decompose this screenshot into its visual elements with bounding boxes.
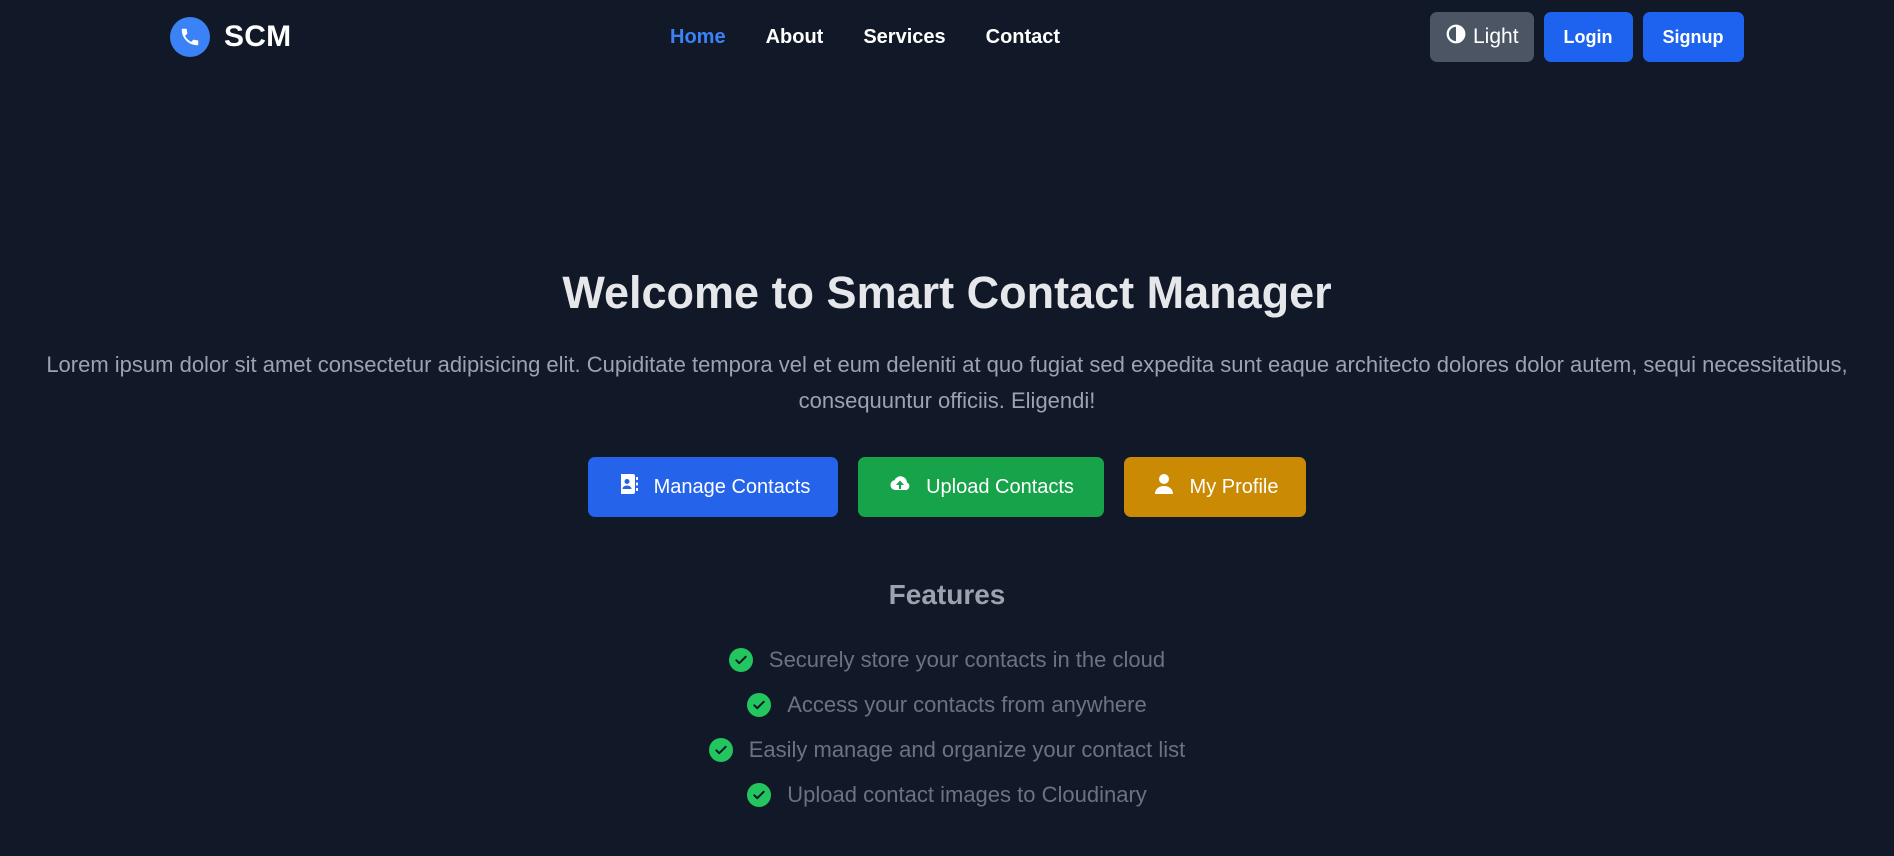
nav-actions: Light Login Signup bbox=[1430, 12, 1744, 62]
upload-contacts-button[interactable]: Upload Contacts bbox=[858, 457, 1104, 517]
hero-title: Welcome to Smart Contact Manager bbox=[562, 267, 1332, 318]
nav-link-home[interactable]: Home bbox=[670, 26, 726, 49]
manage-contacts-button[interactable]: Manage Contacts bbox=[588, 457, 838, 517]
signup-button[interactable]: Signup bbox=[1642, 12, 1744, 62]
feature-text: Access your contacts from anywhere bbox=[787, 691, 1147, 717]
nav-link-services[interactable]: Services bbox=[863, 26, 945, 49]
contrast-icon bbox=[1445, 23, 1467, 51]
login-button[interactable]: Login bbox=[1543, 12, 1633, 62]
features-title: Features bbox=[888, 579, 1006, 610]
phone-icon bbox=[170, 17, 210, 57]
check-circle-icon bbox=[728, 647, 753, 672]
cloud-upload-icon bbox=[888, 472, 912, 502]
address-book-icon bbox=[616, 472, 640, 502]
hero-description: Lorem ipsum dolor sit amet consectetur a… bbox=[46, 352, 1848, 413]
check-circle-icon bbox=[747, 782, 772, 807]
nav-links: Home About Services Contact bbox=[670, 26, 1060, 49]
nav-link-contact[interactable]: Contact bbox=[986, 26, 1060, 49]
user-icon bbox=[1152, 472, 1176, 502]
feature-text: Upload contact images to Cloudinary bbox=[787, 781, 1147, 807]
feature-item: Access your contacts from anywhere bbox=[0, 682, 1894, 727]
feature-item: Securely store your contacts in the clou… bbox=[0, 637, 1894, 682]
nav-link-about[interactable]: About bbox=[766, 26, 824, 49]
feature-item: Easily manage and organize your contact … bbox=[0, 727, 1894, 772]
navbar: SCM Home About Services Contact Light Lo… bbox=[0, 0, 1894, 76]
theme-toggle-button[interactable]: Light bbox=[1430, 12, 1534, 62]
check-circle-icon bbox=[708, 737, 733, 762]
brand-name: SCM bbox=[224, 20, 292, 53]
feature-text: Easily manage and organize your contact … bbox=[748, 736, 1186, 762]
upload-contacts-label: Upload Contacts bbox=[926, 475, 1074, 498]
my-profile-button[interactable]: My Profile bbox=[1124, 457, 1306, 517]
cta-row: Manage Contacts Upload Contacts My Profi… bbox=[0, 457, 1894, 517]
features-list: Securely store your contacts in the clou… bbox=[0, 637, 1894, 817]
theme-toggle-label: Light bbox=[1473, 25, 1519, 48]
feature-text: Securely store your contacts in the clou… bbox=[768, 646, 1166, 672]
feature-item: Upload contact images to Cloudinary bbox=[0, 772, 1894, 817]
manage-contacts-label: Manage Contacts bbox=[653, 475, 811, 498]
my-profile-label: My Profile bbox=[1189, 475, 1279, 498]
brand-link[interactable]: SCM bbox=[170, 17, 291, 57]
check-circle-icon bbox=[747, 692, 772, 717]
